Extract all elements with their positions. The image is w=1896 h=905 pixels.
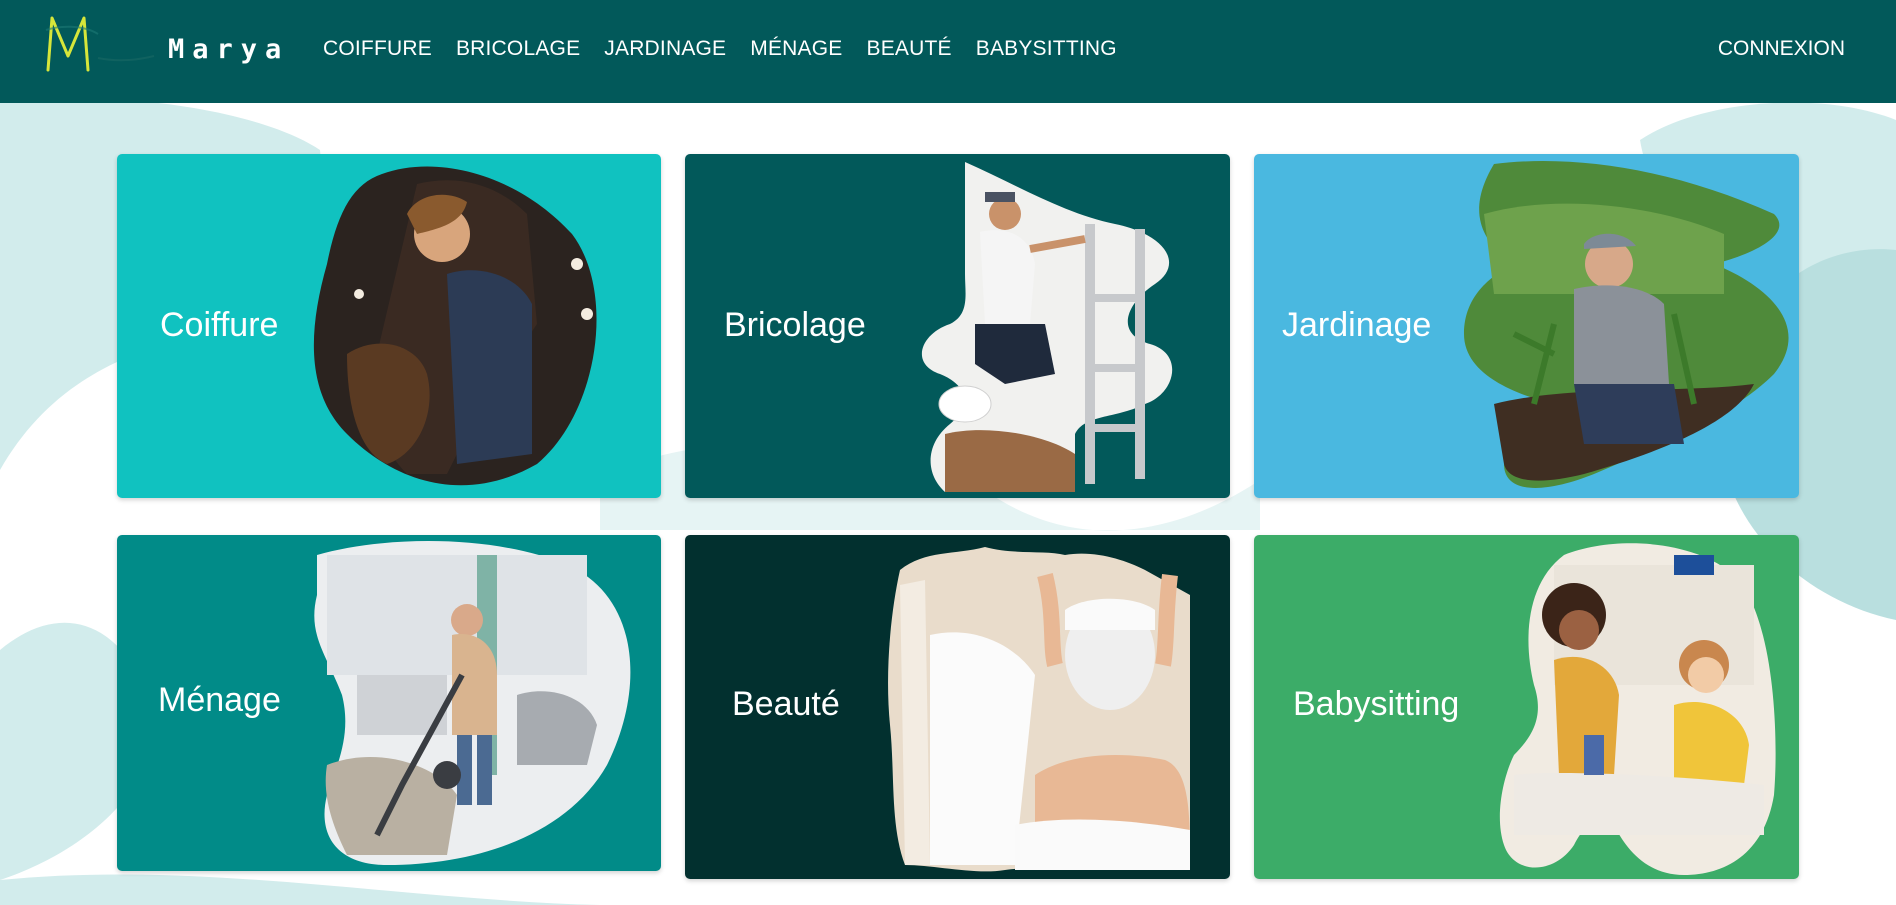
- card-title-beaute: Beauté: [732, 685, 840, 723]
- service-card-beaute[interactable]: Beauté: [685, 535, 1230, 879]
- nav-link-bricolage[interactable]: BRICOLAGE: [456, 37, 580, 61]
- brand-name[interactable]: Marya: [168, 34, 289, 65]
- service-card-bricolage[interactable]: Bricolage: [685, 154, 1230, 498]
- nav-link-menage[interactable]: MÉNAGE: [750, 37, 842, 61]
- service-card-menage[interactable]: Ménage: [117, 535, 661, 871]
- brand-logo-icon[interactable]: [38, 12, 158, 74]
- card-title-bricolage: Bricolage: [724, 306, 866, 344]
- service-card-jardinage[interactable]: Jardinage: [1254, 154, 1799, 498]
- main-nav: COIFFURE BRICOLAGE JARDINAGE MÉNAGE BEAU…: [323, 37, 1117, 61]
- card-title-menage: Ménage: [158, 681, 281, 719]
- nav-link-coiffure[interactable]: COIFFURE: [323, 37, 432, 61]
- card-title-jardinage: Jardinage: [1282, 306, 1432, 344]
- login-link[interactable]: CONNEXION: [1718, 37, 1845, 61]
- top-navigation-bar: Marya COIFFURE BRICOLAGE JARDINAGE MÉNAG…: [0, 0, 1896, 103]
- service-card-babysitting[interactable]: Babysitting: [1254, 535, 1799, 879]
- card-title-coiffure: Coiffure: [160, 306, 279, 344]
- nav-link-babysitting[interactable]: BABYSITTING: [976, 37, 1117, 61]
- card-title-babysitting: Babysitting: [1293, 685, 1460, 723]
- service-card-coiffure[interactable]: Coiffure: [117, 154, 661, 498]
- nav-link-jardinage[interactable]: JARDINAGE: [604, 37, 726, 61]
- nav-link-beaute[interactable]: BEAUTÉ: [867, 37, 952, 61]
